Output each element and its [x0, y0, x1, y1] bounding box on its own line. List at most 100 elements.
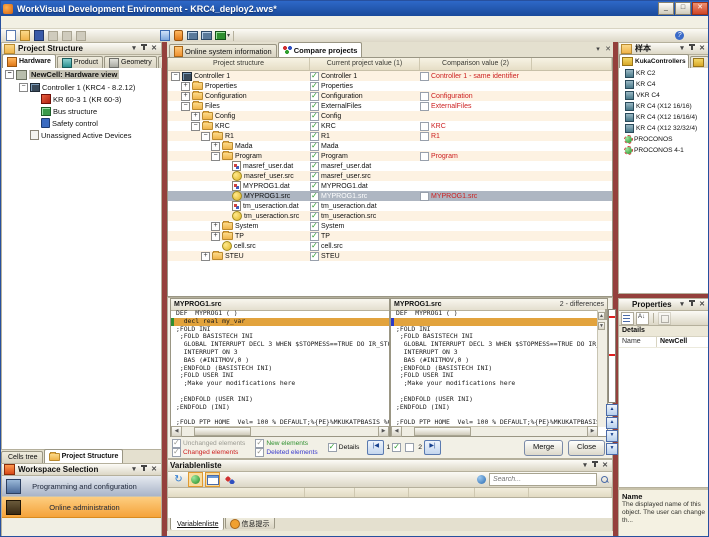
close-button[interactable]: ✕: [692, 2, 708, 15]
expander-icon[interactable]: [191, 122, 200, 131]
expander-icon[interactable]: [211, 142, 220, 151]
compare-row[interactable]: Controller 1 Controller 1 Controller 1 -…: [168, 71, 612, 81]
save-icon[interactable]: [32, 30, 45, 41]
panel-menu-icon[interactable]: ▾: [677, 44, 687, 53]
previous-difference-icon[interactable]: ▲: [606, 417, 618, 429]
scroll-right-icon[interactable]: ▶: [378, 426, 389, 437]
column-header[interactable]: Current project value (1): [310, 58, 420, 70]
catalog-item[interactable]: KR C4 (X12 32/32/4): [619, 123, 709, 134]
checkbox-checked[interactable]: [310, 92, 319, 101]
checkbox-unchecked[interactable]: [420, 92, 429, 101]
tab-list-icon[interactable]: ▾: [593, 45, 603, 54]
scroll-right-icon[interactable]: ▶: [587, 426, 598, 437]
expander-icon[interactable]: [181, 92, 190, 101]
checkbox-checked[interactable]: [310, 72, 319, 81]
expander-icon[interactable]: [191, 112, 200, 121]
pin-icon[interactable]: [687, 300, 697, 309]
checkbox-checked[interactable]: [310, 142, 319, 151]
column-header[interactable]: [475, 488, 529, 497]
expander-icon[interactable]: [171, 72, 180, 81]
horizontal-scrollbar[interactable]: ◀ ▶: [391, 426, 598, 436]
checkbox-checked[interactable]: [310, 192, 319, 201]
catalog-item[interactable]: KR C4 (X12 16/16/4): [619, 112, 709, 123]
page-1-checkbox[interactable]: [392, 443, 401, 452]
compare-row[interactable]: Config Config: [168, 111, 612, 121]
editor-tab[interactable]: Online system information: [169, 44, 277, 57]
checkbox-unchecked[interactable]: [420, 122, 429, 131]
refresh-icon[interactable]: ↻: [171, 472, 186, 487]
breakpoints-icon[interactable]: [222, 472, 237, 487]
compare-row[interactable]: masref_user.dat masref_user.dat: [168, 161, 612, 171]
expander-icon[interactable]: [19, 83, 28, 92]
tab[interactable]: Variablenliste: [170, 518, 224, 530]
tree-item[interactable]: Safety control: [2, 117, 161, 129]
checkbox-checked[interactable]: [310, 122, 319, 131]
workspace-item[interactable]: Online administration: [2, 497, 161, 518]
panel-menu-icon[interactable]: ▾: [129, 465, 139, 474]
checkbox-checked[interactable]: [172, 448, 181, 457]
expander-icon[interactable]: [201, 132, 210, 141]
first-difference-icon[interactable]: ▲: [606, 404, 618, 416]
code-view-left[interactable]: DEF MYPROG1 ( ) decl real my_var;FOLD IN…: [171, 310, 389, 427]
properties-section-header[interactable]: Details: [619, 326, 709, 337]
expander-icon[interactable]: [181, 102, 190, 111]
column-header[interactable]: [532, 58, 612, 70]
diff-overview-bar[interactable]: [608, 309, 616, 403]
catalog-item[interactable]: PROCONOS: [619, 134, 709, 145]
checkbox-unchecked[interactable]: [420, 72, 429, 81]
checkbox-checked[interactable]: [310, 112, 319, 121]
compare-row[interactable]: Configuration Configuration Configuratio…: [168, 91, 612, 101]
compare-row[interactable]: Files ExternalFiles ExternalFiles: [168, 101, 612, 111]
last-page-button[interactable]: ▶|: [424, 440, 441, 455]
scroll-down-icon[interactable]: ▼: [598, 322, 605, 330]
close-icon[interactable]: ✕: [697, 44, 707, 53]
catalog-item[interactable]: KR C4 (X12 16/16): [619, 101, 709, 112]
show-variables-icon[interactable]: [188, 472, 203, 487]
new-file-icon[interactable]: [4, 30, 17, 41]
compare-row[interactable]: R1 R1 R1: [168, 131, 612, 141]
column-header[interactable]: Comparison value (2): [420, 58, 532, 70]
deploy-dropdown-icon[interactable]: ▾: [227, 32, 230, 39]
horizontal-scrollbar[interactable]: ◀ ▶: [171, 426, 389, 436]
column-header[interactable]: [168, 488, 305, 497]
workspace-item[interactable]: Programming and configuration: [2, 476, 161, 497]
compare-row[interactable]: STEU STEU: [168, 251, 612, 261]
panel-menu-icon[interactable]: ▾: [677, 300, 687, 309]
tree-item[interactable]: KR 60-3 1 (KR 60-3): [2, 93, 161, 105]
catalog-item[interactable]: PROCONOS 4-1: [619, 145, 709, 156]
search-input[interactable]: [489, 473, 597, 486]
compare-row[interactable]: MYPROG1.dat MYPROG1.dat: [168, 181, 612, 191]
scroll-left-icon[interactable]: ◀: [391, 426, 402, 437]
scrollbar-thumb[interactable]: [605, 309, 607, 320]
compare-row[interactable]: tm_useraction.src tm_useraction.src: [168, 211, 612, 221]
tab[interactable]: Project Structure: [44, 449, 124, 463]
maximize-button[interactable]: □: [675, 2, 691, 15]
checkbox-checked[interactable]: [310, 182, 319, 191]
pin-icon[interactable]: [139, 465, 149, 474]
close-icon[interactable]: ✕: [697, 300, 707, 309]
tab[interactable]: Product: [57, 56, 103, 68]
remove-icon[interactable]: [116, 30, 129, 41]
cut-icon[interactable]: [46, 30, 59, 41]
expander-icon[interactable]: [211, 232, 220, 241]
compare-row[interactable]: Program Program Program: [168, 151, 612, 161]
page-2-checkbox[interactable]: [405, 443, 414, 452]
search-icon[interactable]: [600, 475, 609, 484]
compare-row[interactable]: System System: [168, 221, 612, 231]
checkbox-unchecked[interactable]: [420, 132, 429, 141]
checkbox-checked[interactable]: [310, 202, 319, 211]
tree-item[interactable]: Unassigned Active Devices: [2, 129, 161, 141]
checkbox-checked[interactable]: [310, 172, 319, 181]
catalog-item[interactable]: KR C2: [619, 68, 709, 79]
checkbox-checked[interactable]: [310, 252, 319, 261]
expander-icon[interactable]: [211, 152, 220, 161]
close-icon[interactable]: ✕: [149, 44, 159, 53]
close-icon[interactable]: ✕: [149, 465, 159, 474]
checkbox-unchecked[interactable]: [420, 152, 429, 161]
panel-menu-icon[interactable]: ▾: [129, 44, 139, 53]
panel-menu-icon[interactable]: ▾: [580, 461, 590, 470]
redo-icon[interactable]: [144, 30, 157, 41]
minimize-button[interactable]: _: [658, 2, 674, 15]
paste-icon[interactable]: [74, 30, 87, 41]
checkbox-checked[interactable]: [310, 162, 319, 171]
